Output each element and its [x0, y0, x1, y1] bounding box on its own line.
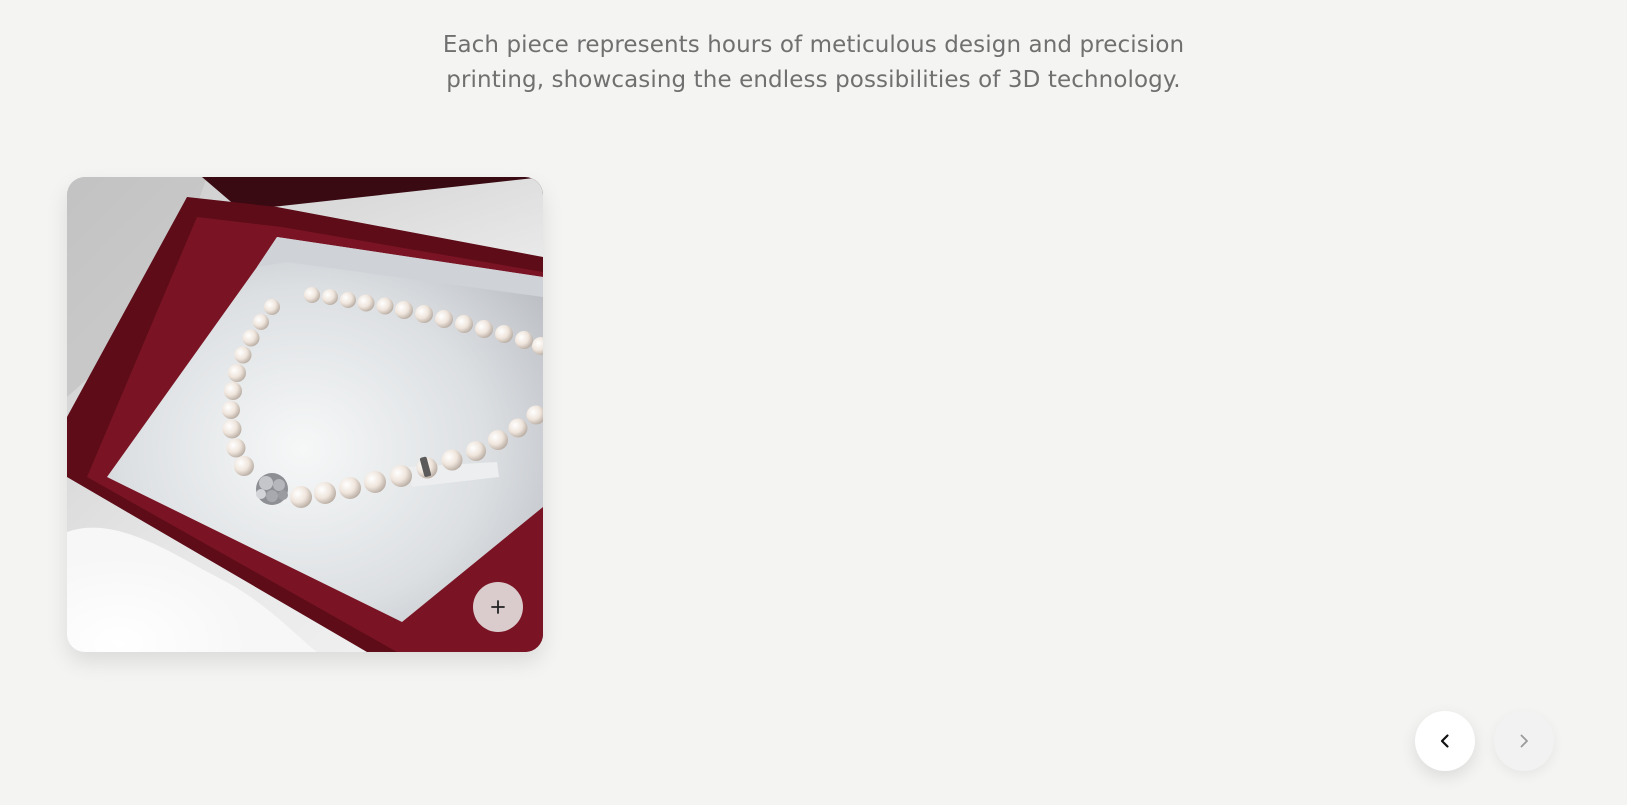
expand-button[interactable]	[473, 582, 523, 632]
plus-icon	[491, 600, 505, 614]
gallery-section: Each piece represents hours of meticulou…	[0, 0, 1627, 805]
next-button[interactable]	[1494, 711, 1554, 771]
description-line-1: Each piece represents hours of meticulou…	[442, 32, 1185, 58]
chevron-left-icon	[1440, 734, 1449, 748]
section-description: Each piece represents hours of meticulou…	[0, 28, 1627, 98]
description-line-2: printing, showcasing the endless possibi…	[446, 67, 1181, 93]
pearl-necklace-image	[67, 177, 543, 652]
previous-button[interactable]	[1415, 711, 1475, 771]
chevron-right-icon	[1520, 734, 1528, 748]
gallery-card[interactable]	[67, 177, 543, 652]
